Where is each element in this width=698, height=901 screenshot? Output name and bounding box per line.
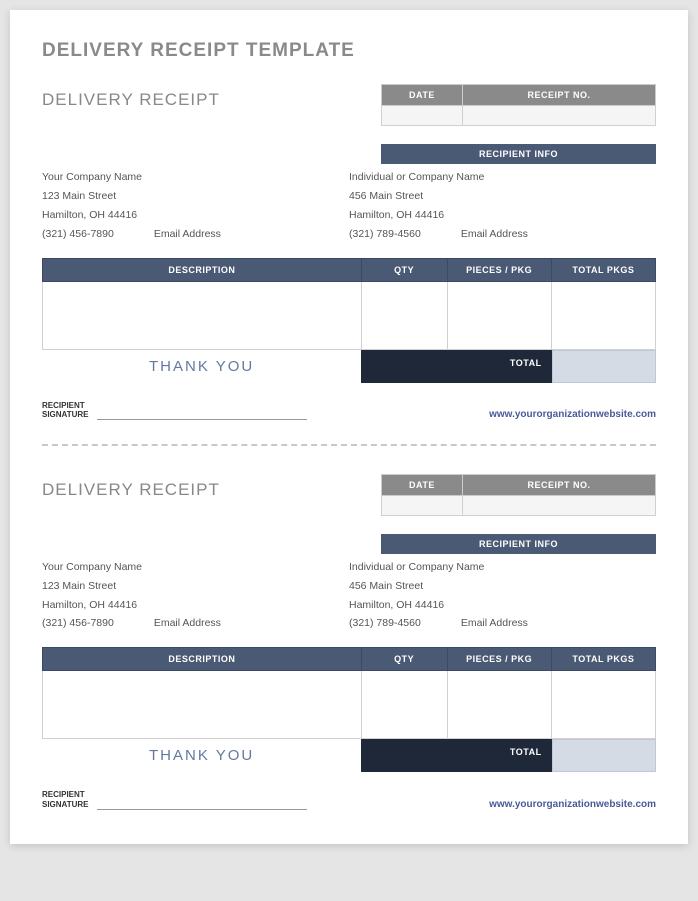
date-header: DATE bbox=[382, 474, 463, 495]
sender-cityline: Hamilton, OH 44416 bbox=[42, 596, 349, 615]
items-table: DESCRIPTION QTY PIECES / PKG TOTAL PKGS bbox=[42, 258, 656, 350]
sender-street: 123 Main Street bbox=[42, 187, 349, 206]
recipient-info: Individual or Company Name 456 Main Stre… bbox=[349, 558, 656, 634]
recipient-cityline: Hamilton, OH 44416 bbox=[349, 596, 656, 615]
signature-label: RECIPIENT SIGNATURE bbox=[42, 790, 89, 809]
recipient-phone: (321) 789-4560 bbox=[349, 614, 421, 633]
col-qty: QTY bbox=[361, 258, 447, 281]
receipt-block-2: DELIVERY RECEIPT DATE RECEIPT NO. RECIPI… bbox=[42, 474, 656, 810]
sender-phone: (321) 456-7890 bbox=[42, 225, 114, 244]
receipt-no-cell[interactable] bbox=[462, 106, 655, 126]
receipt-no-cell[interactable] bbox=[462, 495, 655, 515]
total-label: TOTAL bbox=[361, 739, 551, 772]
col-description: DESCRIPTION bbox=[43, 258, 362, 281]
date-receipt-table: DATE RECEIPT NO. bbox=[381, 474, 656, 516]
total-value[interactable] bbox=[552, 739, 656, 772]
website-link[interactable]: www.yourorganizationwebsite.com bbox=[489, 799, 656, 810]
sender-cityline: Hamilton, OH 44416 bbox=[42, 206, 349, 225]
thank-you: THANK YOU bbox=[42, 350, 361, 383]
col-pieces: PIECES / PKG bbox=[447, 258, 551, 281]
signature-line[interactable] bbox=[97, 406, 307, 420]
receipt-no-header: RECEIPT NO. bbox=[462, 474, 655, 495]
recipient-email: Email Address bbox=[461, 225, 528, 244]
date-cell[interactable] bbox=[382, 495, 463, 515]
col-description: DESCRIPTION bbox=[43, 648, 362, 671]
receipt-block-1: DELIVERY RECEIPT DATE RECEIPT NO. RECIPI… bbox=[42, 84, 656, 420]
recipient-phone: (321) 789-4560 bbox=[349, 225, 421, 244]
item-row[interactable] bbox=[43, 281, 656, 349]
item-row[interactable] bbox=[43, 671, 656, 739]
sender-phone: (321) 456-7890 bbox=[42, 614, 114, 633]
date-receipt-table: DATE RECEIPT NO. bbox=[381, 84, 656, 126]
col-pieces: PIECES / PKG bbox=[447, 648, 551, 671]
document-page: DELIVERY RECEIPT TEMPLATE DELIVERY RECEI… bbox=[10, 10, 688, 844]
col-qty: QTY bbox=[361, 648, 447, 671]
signature-line[interactable] bbox=[97, 796, 307, 810]
col-total-pkgs: TOTAL PKGS bbox=[551, 648, 655, 671]
recipient-name: Individual or Company Name bbox=[349, 168, 656, 187]
total-label: TOTAL bbox=[361, 350, 551, 383]
col-total-pkgs: TOTAL PKGS bbox=[551, 258, 655, 281]
receipt-divider bbox=[42, 444, 656, 446]
receipt-no-header: RECEIPT NO. bbox=[462, 85, 655, 106]
recipient-name: Individual or Company Name bbox=[349, 558, 656, 577]
receipt-title: DELIVERY RECEIPT bbox=[42, 84, 220, 126]
sender-info: Your Company Name 123 Main Street Hamilt… bbox=[42, 558, 349, 634]
total-value[interactable] bbox=[552, 350, 656, 383]
sender-street: 123 Main Street bbox=[42, 577, 349, 596]
sender-name: Your Company Name bbox=[42, 168, 349, 187]
recipient-email: Email Address bbox=[461, 614, 528, 633]
date-header: DATE bbox=[382, 85, 463, 106]
sender-email: Email Address bbox=[154, 225, 221, 244]
main-title: DELIVERY RECEIPT TEMPLATE bbox=[42, 40, 656, 62]
recipient-info-header: RECIPIENT INFO bbox=[381, 144, 656, 164]
recipient-info: Individual or Company Name 456 Main Stre… bbox=[349, 168, 656, 244]
date-cell[interactable] bbox=[382, 106, 463, 126]
signature-label: RECIPIENT SIGNATURE bbox=[42, 401, 89, 420]
sender-email: Email Address bbox=[154, 614, 221, 633]
recipient-street: 456 Main Street bbox=[349, 187, 656, 206]
website-link[interactable]: www.yourorganizationwebsite.com bbox=[489, 409, 656, 420]
recipient-street: 456 Main Street bbox=[349, 577, 656, 596]
thank-you: THANK YOU bbox=[42, 739, 361, 772]
sender-info: Your Company Name 123 Main Street Hamilt… bbox=[42, 168, 349, 244]
items-table: DESCRIPTION QTY PIECES / PKG TOTAL PKGS bbox=[42, 647, 656, 739]
sender-name: Your Company Name bbox=[42, 558, 349, 577]
recipient-cityline: Hamilton, OH 44416 bbox=[349, 206, 656, 225]
receipt-title: DELIVERY RECEIPT bbox=[42, 474, 220, 516]
recipient-info-header: RECIPIENT INFO bbox=[381, 534, 656, 554]
